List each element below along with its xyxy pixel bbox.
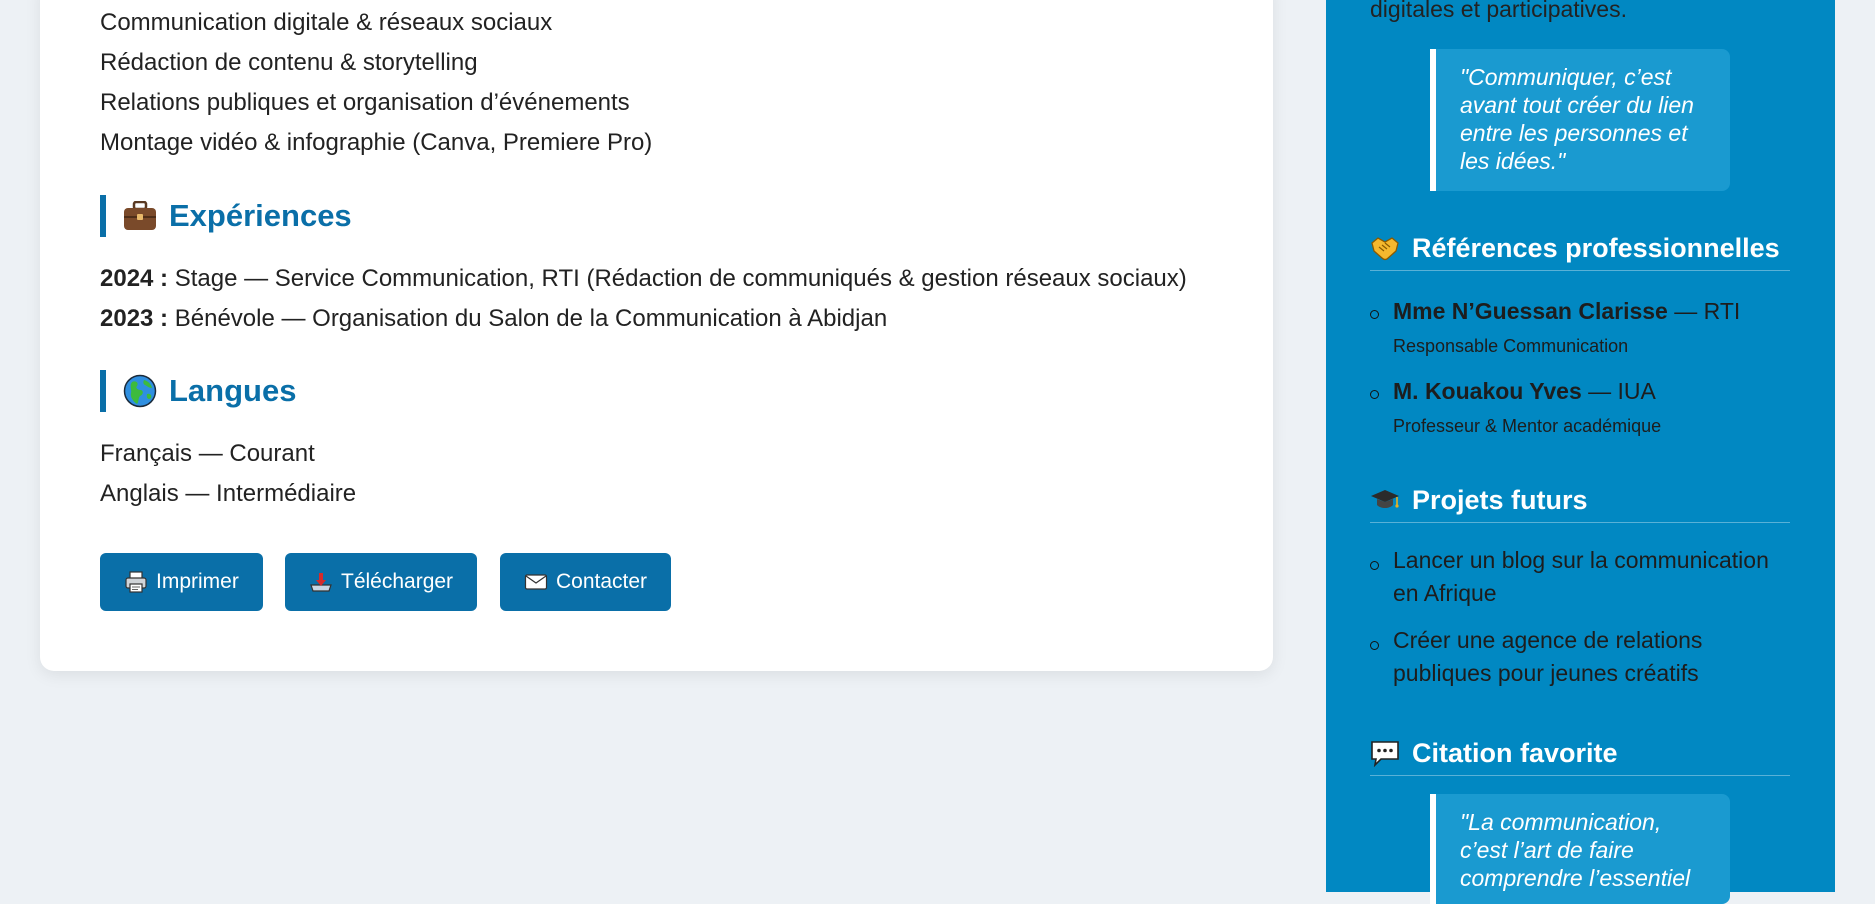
download-button-label: Télécharger bbox=[341, 570, 454, 593]
experiences-heading: Expériences bbox=[100, 195, 352, 237]
download-button[interactable]: Télécharger bbox=[285, 553, 478, 611]
quote-line: c’est l’art de faire bbox=[1460, 837, 1634, 863]
quote-line: "Communiquer, c’est bbox=[1460, 64, 1672, 90]
experience-year: 2023 : bbox=[100, 305, 169, 332]
handshake-icon bbox=[1370, 235, 1400, 261]
reference-item: M. Kouakou Yves — IUA Professeur & Mento… bbox=[1370, 378, 1790, 444]
project-line: publiques pour jeunes créatifs bbox=[1393, 660, 1699, 686]
envelope-icon bbox=[524, 570, 548, 594]
favorite-quote: "La communication, c’est l’art de faire … bbox=[1430, 794, 1730, 904]
reference-org: — RTI bbox=[1667, 298, 1741, 324]
project-item: Créer une agence de relations publiques … bbox=[1370, 627, 1790, 695]
print-button-label: Imprimer bbox=[156, 570, 239, 593]
skill-item: Communication digitale & réseaux sociaux bbox=[100, 9, 553, 36]
quote-line: entre les personnes et bbox=[1460, 120, 1688, 146]
reference-name: M. Kouakou Yves bbox=[1393, 378, 1582, 404]
project-item: Lancer un blog sur la communication en A… bbox=[1370, 547, 1790, 615]
quote-line: comprendre l’essentiel bbox=[1460, 865, 1691, 891]
experience-item: 2024 : Stage — Service Communication, RT… bbox=[100, 265, 1187, 293]
experience-text: Bénévole — Organisation du Salon de la C… bbox=[174, 305, 888, 332]
contact-button-label: Contacter bbox=[556, 570, 648, 593]
print-button[interactable]: Imprimer bbox=[100, 553, 263, 611]
languages-title: Langues bbox=[169, 373, 297, 408]
sidebar-quote: "Communiquer, c’est avant tout créer du … bbox=[1430, 49, 1730, 191]
reference-name: Mme N’Guessan Clarisse bbox=[1393, 298, 1668, 324]
projects-heading: Projets futurs bbox=[1370, 478, 1790, 523]
experiences-title: Expériences bbox=[169, 198, 352, 233]
project-line: en Afrique bbox=[1393, 580, 1497, 606]
reference-role: Professeur & Mentor académique bbox=[1393, 416, 1662, 436]
bullet bbox=[1370, 390, 1379, 399]
projects-title: Projets futurs bbox=[1412, 484, 1588, 515]
bullet bbox=[1370, 310, 1379, 319]
languages-heading: Langues bbox=[100, 370, 296, 412]
printer-icon bbox=[124, 570, 148, 594]
project-line: Lancer un blog sur la communication bbox=[1393, 547, 1769, 573]
skill-item: Rédaction de contenu & storytelling bbox=[100, 49, 478, 76]
references-heading: Références professionnelles bbox=[1370, 226, 1790, 271]
quote-line: les idées." bbox=[1460, 148, 1566, 174]
sidebar-intro-tail: digitales et participatives. bbox=[1370, 0, 1627, 22]
reference-role: Responsable Communication bbox=[1393, 336, 1629, 356]
quote-line: avant tout créer du lien bbox=[1460, 92, 1694, 118]
bullet bbox=[1370, 641, 1379, 650]
quote-line: "La communication, bbox=[1460, 809, 1662, 835]
favorite-quote-title: Citation favorite bbox=[1412, 737, 1618, 768]
language-item: Anglais — Intermédiaire bbox=[100, 480, 357, 507]
briefcase-icon bbox=[123, 201, 157, 231]
bullet bbox=[1370, 561, 1379, 570]
project-line: Créer une agence de relations bbox=[1393, 627, 1703, 653]
favorite-quote-heading: Citation favorite bbox=[1370, 731, 1790, 776]
speech-bubble-icon bbox=[1370, 739, 1400, 767]
graduation-cap-icon bbox=[1370, 487, 1400, 513]
skill-item: Relations publiques et organisation d’év… bbox=[100, 89, 630, 116]
globe-icon bbox=[123, 374, 157, 408]
reference-item: Mme N’Guessan Clarisse — RTI Responsable… bbox=[1370, 298, 1790, 364]
skill-item: Montage vidéo & infographie (Canva, Prem… bbox=[100, 129, 653, 156]
language-item: Français — Courant bbox=[100, 440, 315, 467]
experience-item: 2023 : Bénévole — Organisation du Salon … bbox=[100, 305, 887, 333]
experience-text: Stage — Service Communication, RTI (Réda… bbox=[174, 265, 1187, 292]
download-icon bbox=[309, 570, 333, 594]
reference-org: — IUA bbox=[1581, 378, 1656, 404]
contact-button[interactable]: Contacter bbox=[500, 553, 672, 611]
experience-year: 2024 : bbox=[100, 265, 169, 292]
references-title: Références professionnelles bbox=[1412, 232, 1780, 263]
